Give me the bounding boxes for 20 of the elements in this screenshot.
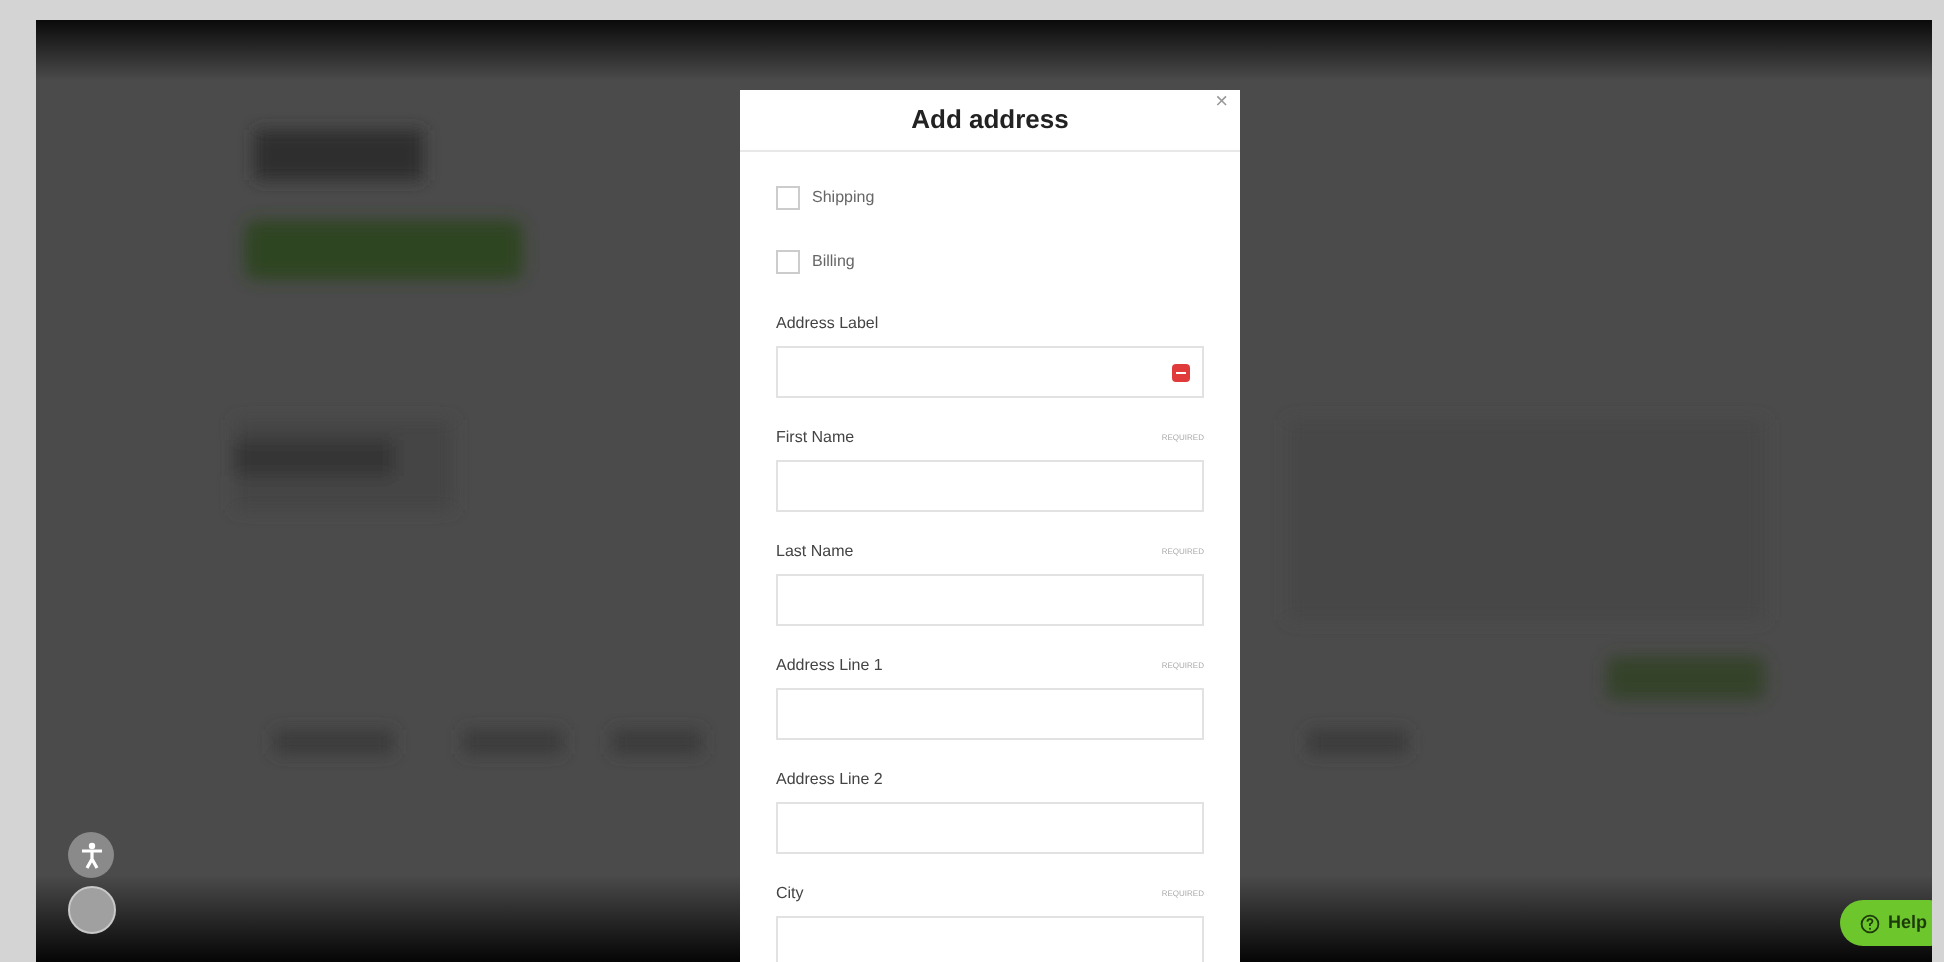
input-field[interactable] [776, 688, 1204, 740]
input-field[interactable] [776, 802, 1204, 854]
field-label: Last Name [776, 540, 854, 564]
modal-title: Add address [911, 102, 1069, 139]
input-field[interactable] [776, 916, 1204, 962]
checkbox[interactable] [776, 250, 800, 274]
checkbox-label: Shipping [812, 186, 875, 210]
help-icon [1860, 913, 1880, 933]
input-field[interactable] [776, 460, 1204, 512]
field-label: City [776, 882, 804, 906]
input-field[interactable] [776, 574, 1204, 626]
autofill-icon[interactable] [1172, 363, 1190, 381]
field-label: First Name [776, 426, 855, 450]
field-label: Address Label [776, 312, 879, 336]
input-field[interactable] [776, 346, 1204, 398]
checkbox-label: Billing [812, 250, 855, 274]
field-label: Address Line 2 [776, 768, 883, 792]
help-button[interactable]: Help [1840, 900, 1932, 946]
checkbox[interactable] [776, 186, 800, 210]
field-label: Address Line 1 [776, 654, 883, 678]
